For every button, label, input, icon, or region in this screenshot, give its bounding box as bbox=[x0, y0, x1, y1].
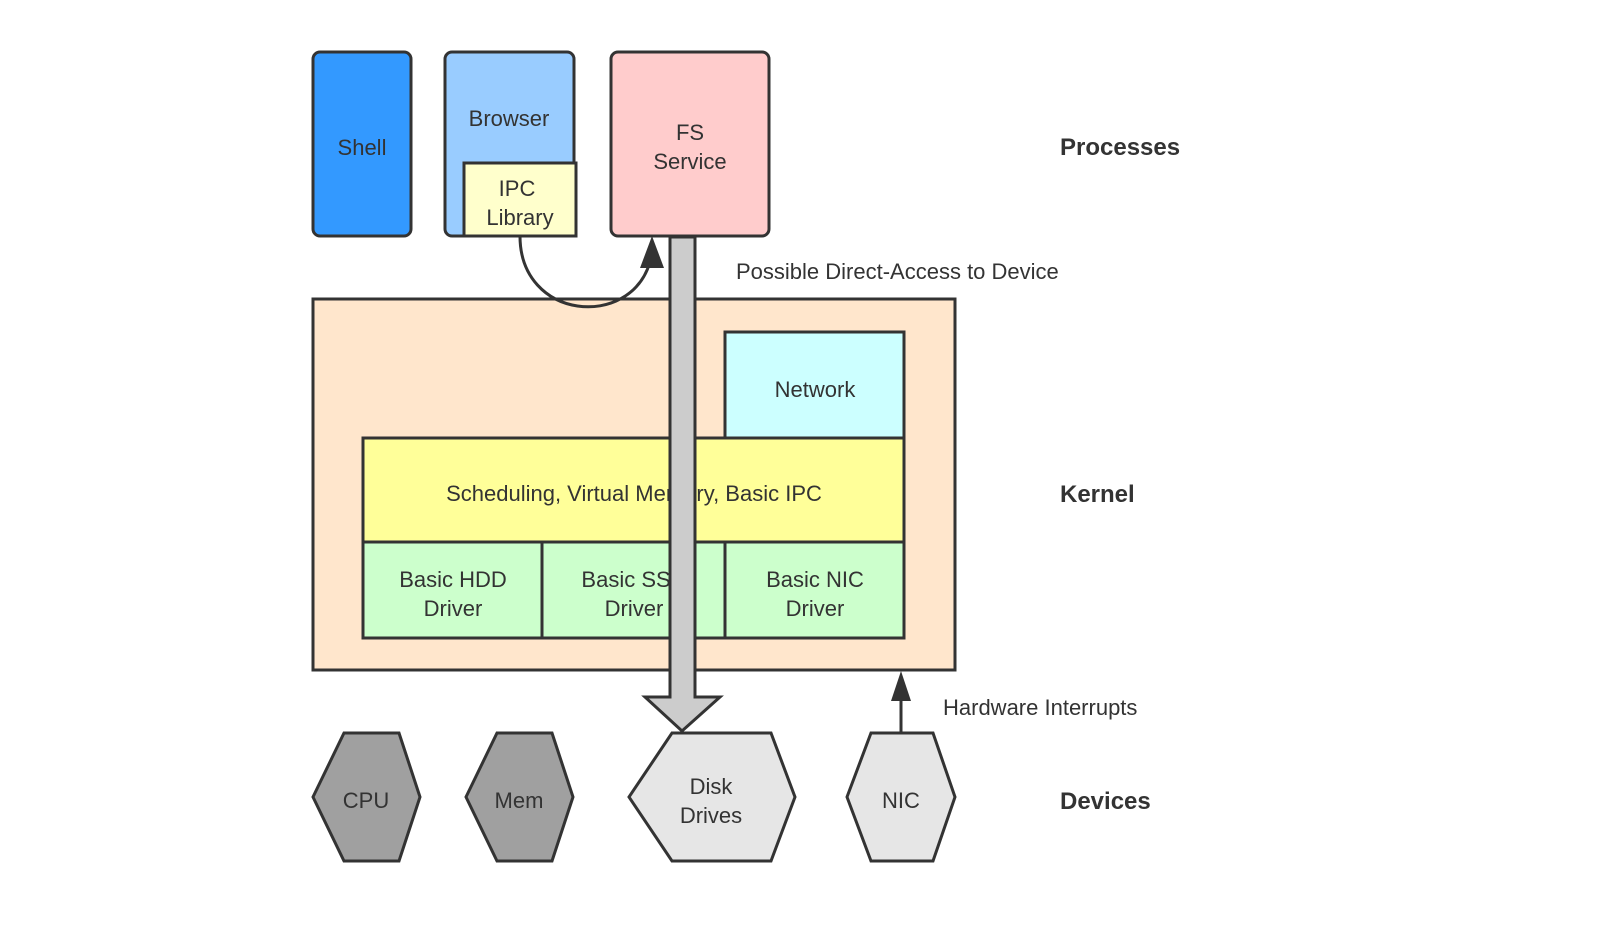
disk-drives-label-line1: Disk bbox=[690, 774, 734, 799]
device-nic[interactable]: NIC bbox=[845, 731, 957, 863]
hardware-interrupt-arrow bbox=[891, 671, 911, 732]
interrupt-arrow-head bbox=[891, 671, 911, 701]
kernel-core-label: Scheduling, Virtual Memory, Basic IPC bbox=[446, 481, 822, 506]
ipc-arrow-curve bbox=[518, 235, 652, 309]
device-disk-drives[interactable]: Disk Drives bbox=[627, 731, 797, 863]
mem-label: Mem bbox=[495, 788, 544, 813]
ipc-library-label-line1: IPC bbox=[499, 176, 536, 201]
driver-hdd-label-line1: Basic HDD bbox=[399, 567, 507, 592]
ipc-library[interactable]: IPC Library bbox=[462, 161, 578, 238]
network-label: Network bbox=[775, 377, 857, 402]
layer-label-kernel: Kernel bbox=[1060, 481, 1135, 508]
fs-service-label-line2: Service bbox=[653, 149, 726, 174]
device-cpu[interactable]: CPU bbox=[311, 731, 422, 863]
driver-hdd-label-line2: Driver bbox=[424, 596, 483, 621]
network-module[interactable]: Network bbox=[723, 330, 906, 440]
driver-nic[interactable]: Basic NIC Driver bbox=[723, 540, 906, 640]
direct-access-annotation: Possible Direct-Access to Device bbox=[736, 259, 1059, 284]
ipc-call-arrow bbox=[518, 235, 664, 309]
shell-label: Shell bbox=[338, 135, 387, 160]
nic-label: NIC bbox=[882, 788, 920, 813]
layer-label-processes: Processes bbox=[1060, 134, 1180, 161]
hardware-interrupts-annotation: Hardware Interrupts bbox=[943, 695, 1137, 720]
driver-nic-label-line2: Driver bbox=[786, 596, 845, 621]
os-architecture-diagram: Shell Browser IPC Library FS Service Pro… bbox=[311, 50, 1180, 863]
ipc-arrow-head bbox=[640, 236, 664, 268]
fs-service-process[interactable]: FS Service bbox=[609, 50, 771, 238]
browser-label: Browser bbox=[469, 106, 550, 131]
driver-ssd-label-line2: Driver bbox=[605, 596, 664, 621]
device-mem[interactable]: Mem bbox=[464, 731, 575, 863]
layer-label-devices: Devices bbox=[1060, 788, 1151, 815]
cpu-label: CPU bbox=[343, 788, 389, 813]
shell-process[interactable]: Shell bbox=[311, 50, 413, 238]
driver-hdd[interactable]: Basic HDD Driver bbox=[361, 540, 544, 640]
fs-service-label-line1: FS bbox=[676, 120, 704, 145]
driver-nic-label-line1: Basic NIC bbox=[766, 567, 864, 592]
disk-drives-label-line2: Drives bbox=[680, 803, 742, 828]
ipc-library-label-line2: Library bbox=[486, 205, 553, 230]
kernel-core[interactable]: Scheduling, Virtual Memory, Basic IPC bbox=[361, 436, 906, 544]
driver-ssd[interactable]: Basic SSD Driver bbox=[540, 540, 727, 640]
